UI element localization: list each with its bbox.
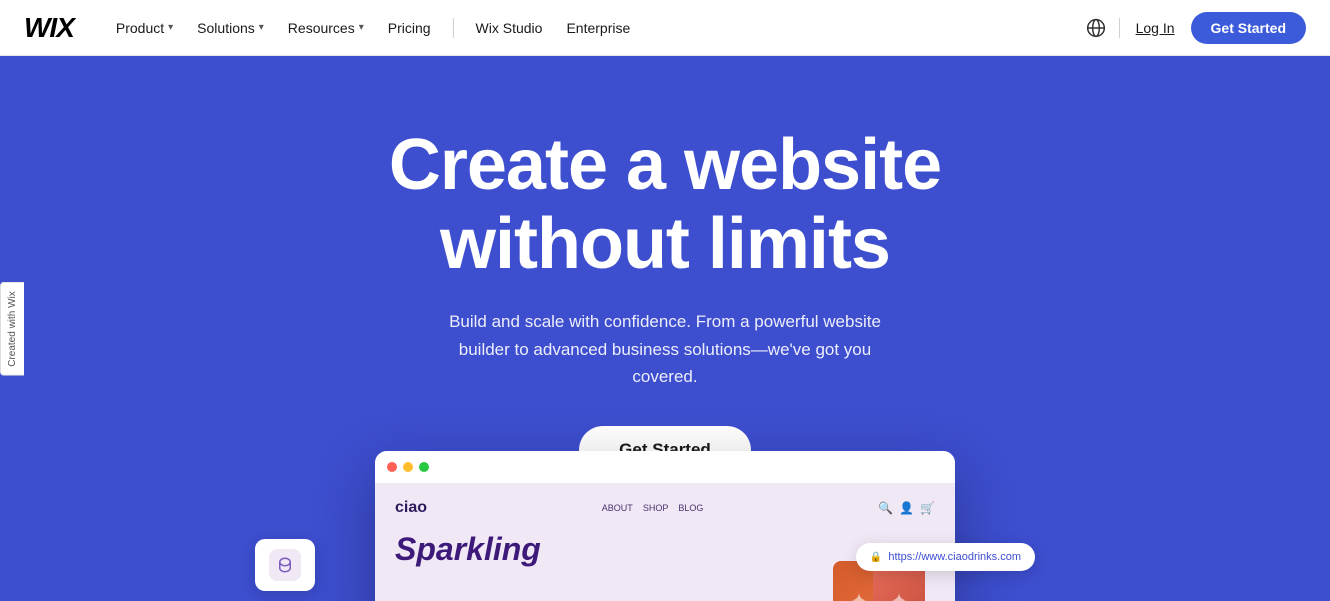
nav-right: Log In Get Started (1085, 12, 1306, 44)
browser-content: ciao ABOUT SHOP BLOG 🔍 👤 🛒 Sparkling (375, 483, 955, 601)
browser-mockup: ciao ABOUT SHOP BLOG 🔍 👤 🛒 Sparkling (375, 451, 955, 601)
globe-icon[interactable] (1085, 17, 1107, 39)
browser-dot-green (419, 462, 429, 472)
search-icon: 🔍 (878, 501, 893, 515)
browser-dot-yellow (403, 462, 413, 472)
main-nav: WIX Product ▾ Solutions ▾ Resources ▾ Pr… (0, 0, 1330, 56)
nav-divider (453, 18, 454, 38)
logo[interactable]: WIX (24, 12, 74, 44)
url-pill: 🔒 https://www.ciaodrinks.com (856, 543, 1035, 571)
hero-title: Create a website without limits (389, 126, 941, 284)
can-star-icon-2: ✦ (891, 589, 908, 601)
ciao-nav-icons: 🔍 👤 🛒 (878, 501, 935, 515)
nav-item-product[interactable]: Product ▾ (106, 14, 183, 42)
ciao-nav-links: ABOUT SHOP BLOG (602, 503, 704, 513)
ciao-logo: ciao (395, 499, 427, 517)
browser-bar (375, 451, 955, 483)
chevron-down-icon: ▾ (168, 22, 173, 33)
hero-subtitle: Build and scale with confidence. From a … (435, 308, 895, 390)
card-icon (269, 549, 301, 581)
ciao-nav: ciao ABOUT SHOP BLOG 🔍 👤 🛒 (395, 499, 935, 517)
can-star-icon: ✦ (851, 589, 868, 601)
cart-icon: 🛒 (920, 501, 935, 515)
nav-item-enterprise[interactable]: Enterprise (556, 14, 640, 42)
url-text: https://www.ciaodrinks.com (888, 551, 1021, 563)
floating-card (255, 539, 315, 591)
nav-item-wix-studio[interactable]: Wix Studio (466, 14, 553, 42)
nav-item-resources[interactable]: Resources ▾ (278, 14, 374, 42)
browser-window: ciao ABOUT SHOP BLOG 🔍 👤 🛒 Sparkling (375, 451, 955, 601)
chevron-down-icon: ▾ (359, 22, 364, 33)
browser-dot-red (387, 462, 397, 472)
lock-icon: 🔒 (870, 552, 882, 563)
get-started-button-nav[interactable]: Get Started (1191, 12, 1306, 44)
user-icon: 👤 (899, 501, 914, 515)
hero-section: Create a website without limits Build an… (0, 56, 1330, 601)
nav-links: Product ▾ Solutions ▾ Resources ▾ Pricin… (106, 14, 1085, 42)
login-link[interactable]: Log In (1132, 14, 1179, 42)
nav-vertical-divider (1119, 18, 1120, 38)
created-with-wix-badge[interactable]: Created with Wix (0, 282, 24, 376)
nav-item-solutions[interactable]: Solutions ▾ (187, 14, 274, 42)
nav-item-pricing[interactable]: Pricing (378, 14, 441, 42)
chevron-down-icon: ▾ (259, 22, 264, 33)
